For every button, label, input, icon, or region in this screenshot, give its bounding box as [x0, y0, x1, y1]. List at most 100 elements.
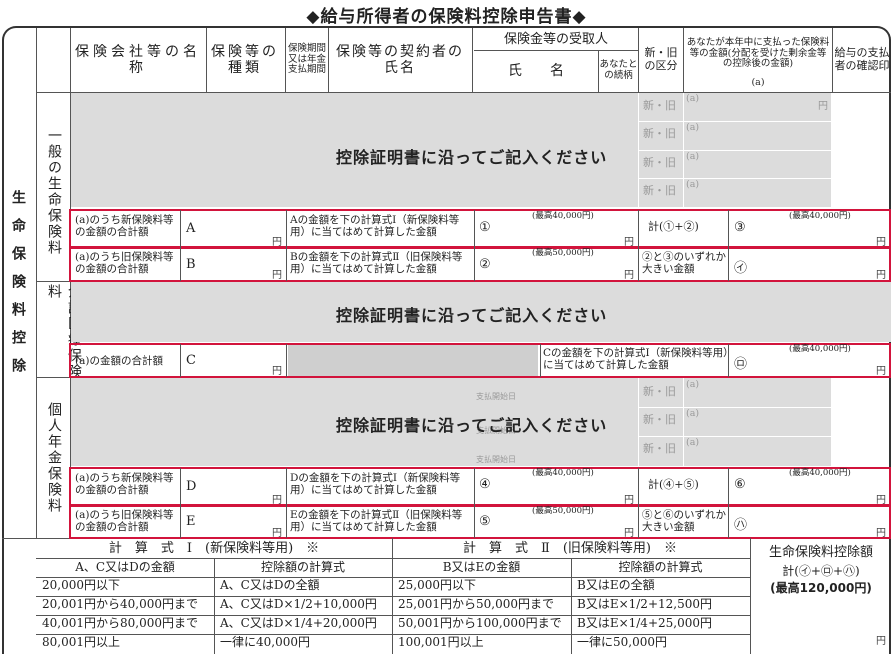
section-main-label: 生命保険料控除	[10, 190, 26, 386]
total-yen[interactable]: 円	[876, 632, 886, 647]
general-a-2: (a)	[686, 122, 700, 133]
care-formula: Cの金額を下の計算式Ⅰ（新保険料等用）に当てはめて計算した金額	[543, 347, 729, 372]
pension-row2-yen-a[interactable]: 円	[272, 524, 282, 539]
general-row2-label: (a)のうち旧保険料等の金額の合計額	[75, 251, 174, 276]
pension-a-2: (a)	[686, 408, 700, 419]
calc2-col2: 控除額の計算式	[618, 560, 703, 575]
pension-row1-sum: 計(④+⑤)	[648, 478, 699, 491]
general-row1-formula: Aの金額を下の計算式Ⅰ（新保険料等用）に当てはめて計算した金額	[290, 214, 460, 239]
general-row2-yen-b[interactable]: 円	[624, 266, 634, 281]
general-row1-max2: (最高40,000円)	[789, 211, 851, 221]
calc1-r4-formula: 一律に40,000円	[220, 635, 310, 649]
general-row1-max: (最高40,000円)	[532, 211, 594, 221]
calc2-r2-formula: B又はE×1/2+12,500円	[577, 597, 712, 611]
pension-row1-yen-b[interactable]: 円	[624, 491, 634, 506]
pension-vline-4	[638, 468, 639, 538]
general-row1-sum: 計(①+②)	[648, 220, 699, 233]
pension-row2-circ: ⑤	[479, 514, 491, 529]
general-row2-formula: Bの金額を下の計算式Ⅱ（旧保険料等用）に当てはめて計算した金額	[290, 251, 463, 276]
calc2-r3-amount: 50,001円から100,000円まで	[398, 616, 562, 630]
header-kind: 保険等の種類	[211, 43, 279, 76]
general-newold-1: 新・旧	[643, 99, 676, 112]
pension-row1-yen-a[interactable]: 円	[272, 491, 282, 506]
pension-date-1: 支払開始日	[476, 392, 516, 401]
pension-row1-yen-c[interactable]: 円	[876, 491, 886, 506]
general-a-1: (a)	[686, 93, 700, 104]
pension-row2-formula: Eの金額を下の計算式Ⅱ（旧保険料等用）に当てはめて計算した金額	[290, 509, 463, 534]
pension-row1-formula: Dの金額を下の計算式Ⅰ（新保険料等用）に当てはめて計算した金額	[290, 472, 461, 497]
care-max: (最高40,000円)	[789, 344, 851, 354]
header-amount-a: (a)	[751, 76, 765, 88]
care-yen-b[interactable]: 円	[876, 362, 886, 377]
pension-row2-label: (a)のうち旧保険料等の金額の合計額	[75, 509, 174, 534]
calc-vline-4	[750, 538, 751, 654]
pension-newold-1: 新・旧	[643, 385, 676, 398]
calc2-r3-formula: B又はE×1/4+25,000円	[577, 616, 712, 630]
calc-vline-2	[392, 538, 393, 654]
pension-line-1	[639, 407, 831, 408]
general-row2-circ: ②	[479, 257, 491, 272]
pension-vline-1	[180, 468, 181, 538]
pension-row1-max: (最高40,000円)	[532, 468, 594, 478]
care-yen-a[interactable]: 円	[272, 362, 282, 377]
total-title: 生命保険料控除額	[768, 544, 873, 560]
recipient-split-line	[474, 50, 638, 51]
care-banner: 控除証明書に沿ってご記入ください	[336, 306, 608, 325]
pension-banner: 控除証明書に沿ってご記入ください	[336, 416, 608, 435]
pension-row2-circ2: ㋩	[734, 518, 748, 533]
calc1-r3-amount: 40,001円から80,000円まで	[42, 616, 198, 630]
general-row1-circ2: ③	[734, 220, 746, 235]
care-vline-4	[728, 344, 729, 377]
care-letter: C	[186, 353, 196, 368]
general-row1-yen-c[interactable]: 円	[876, 233, 886, 248]
calc2-col1: B又はEの金額	[442, 560, 521, 575]
header-contractor: 保険等の契約者の氏名	[336, 43, 464, 76]
header-confirm: 給与の支払者の確認印	[834, 46, 890, 72]
general-row2-yen-c[interactable]: 円	[876, 266, 886, 281]
general-row1-yen-b[interactable]: 円	[624, 233, 634, 248]
header-recipient-name: 氏 名	[508, 62, 564, 79]
col-line-confirm	[832, 28, 833, 92]
calc1-col2: 控除額の計算式	[260, 560, 345, 575]
total-formula: 計(㋑+㋺+㋩)	[782, 564, 860, 579]
pension-row2-yen-b[interactable]: 円	[624, 524, 634, 539]
col-line-newold	[638, 28, 639, 92]
general-line-3	[639, 178, 831, 179]
general-a-4: (a)	[686, 179, 700, 190]
general-line-1	[639, 121, 831, 122]
general-newold-2: 新・旧	[643, 127, 676, 140]
general-row1-letter: A	[186, 221, 196, 236]
col-line-amount	[683, 28, 684, 92]
pension-row2-max: (最高50,000円)	[532, 506, 594, 516]
calc1-col1: A、C又はDの金額	[75, 560, 175, 575]
pension-row1-label: (a)のうち新保険料等の金額の合計額	[75, 472, 174, 497]
section-col-line	[36, 28, 37, 538]
calc1-r3-formula: A、C又はD×1/4+20,000円	[220, 616, 377, 630]
pension-row1-max2: (最高40,000円)	[789, 468, 851, 478]
pension-a-3: (a)	[686, 437, 700, 448]
pension-row1-circ2: ⑥	[734, 477, 746, 492]
pension-row2-yen-c[interactable]: 円	[876, 524, 886, 539]
calc2-r1-amount: 25,000円以下	[398, 578, 476, 592]
pension-vline-5	[728, 468, 729, 538]
header-relation: あなたとの続柄	[599, 59, 638, 81]
section-pension-label: 個人年金保険料	[46, 402, 62, 514]
general-row2-yen-a[interactable]: 円	[272, 266, 282, 281]
pension-sep	[683, 378, 684, 466]
general-row1-yen-a[interactable]: 円	[272, 233, 282, 248]
general-row2-max: (最高50,000円)	[532, 248, 594, 258]
calc1-r1-amount: 20,000円以下	[42, 578, 120, 592]
pension-newold-3: 新・旧	[643, 442, 676, 455]
general-banner: 控除証明書に沿ってご記入ください	[336, 148, 608, 167]
general-row1-circ: ①	[479, 220, 491, 235]
pension-row2-pick: ⑤と⑥のいずれか大きい金額	[642, 509, 726, 534]
total-max: (最高120,000円)	[770, 581, 872, 596]
care-vline-2	[286, 344, 287, 377]
general-yen-1: 円	[818, 101, 828, 112]
form-title: ◆給与所得者の保険料控除申告書◆	[306, 7, 587, 27]
pension-newold-2: 新・旧	[643, 413, 676, 426]
general-row2-circ2: ㋑	[734, 261, 748, 276]
general-newold-4: 新・旧	[643, 184, 676, 197]
care-circ: ㋺	[734, 357, 748, 372]
general-vline-4	[638, 210, 639, 281]
